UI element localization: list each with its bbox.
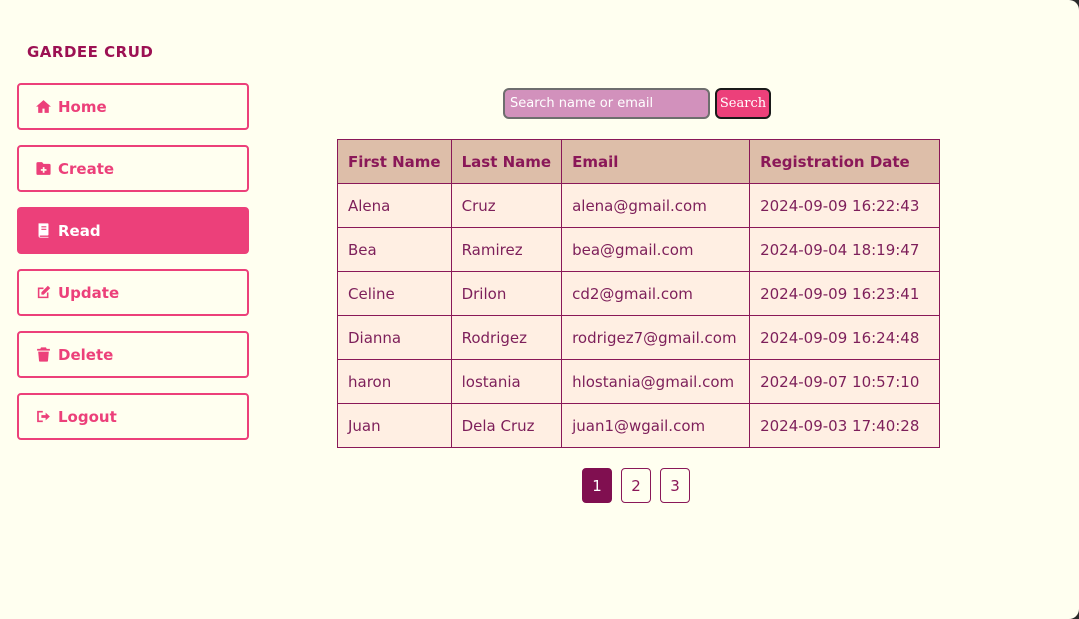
sidebar-item-read[interactable]: Read bbox=[17, 207, 249, 254]
cell-last-name: lostania bbox=[450, 359, 563, 404]
pagination: 1 2 3 bbox=[582, 468, 699, 503]
column-header-registration-date: Registration Date bbox=[749, 139, 941, 184]
home-icon bbox=[34, 98, 52, 116]
edit-icon bbox=[34, 284, 52, 302]
cell-first-name: Dianna bbox=[337, 315, 452, 360]
column-header-last-name: Last Name bbox=[450, 139, 563, 184]
trash-icon bbox=[34, 346, 52, 364]
table-header-row: First Name Last Name Email Registration … bbox=[337, 139, 941, 184]
cell-first-name: Alena bbox=[337, 183, 452, 228]
app-title: GARDEE CRUD bbox=[27, 43, 154, 61]
table-row: haron lostania hlostania@gmail.com 2024-… bbox=[337, 359, 941, 404]
sidebar-item-label: Logout bbox=[58, 407, 117, 426]
table-row: Dianna Rodrigez rodrigez7@gmail.com 2024… bbox=[337, 315, 941, 360]
cell-last-name: Dela Cruz bbox=[450, 403, 563, 448]
cell-last-name: Rodrigez bbox=[450, 315, 563, 360]
sidebar-item-label: Home bbox=[58, 97, 107, 116]
cell-last-name: Cruz bbox=[450, 183, 563, 228]
cell-email: juan1@wgail.com bbox=[561, 403, 751, 448]
cell-first-name: Juan bbox=[337, 403, 452, 448]
table-row: Bea Ramirez bea@gmail.com 2024-09-04 18:… bbox=[337, 227, 941, 272]
sidebar-item-update[interactable]: Update bbox=[17, 269, 249, 316]
cell-last-name: Drilon bbox=[450, 271, 563, 316]
column-header-first-name: First Name bbox=[337, 139, 452, 184]
sidebar-item-label: Update bbox=[58, 283, 120, 302]
search-input[interactable] bbox=[503, 88, 710, 119]
cell-registration-date: 2024-09-09 16:23:41 bbox=[749, 271, 941, 316]
cell-email: alena@gmail.com bbox=[561, 183, 751, 228]
cell-email: hlostania@gmail.com bbox=[561, 359, 751, 404]
sidebar-item-label: Read bbox=[58, 221, 101, 240]
logout-icon bbox=[34, 408, 52, 426]
cell-registration-date: 2024-09-09 16:22:43 bbox=[749, 183, 941, 228]
sidebar-item-delete[interactable]: Delete bbox=[17, 331, 249, 378]
sidebar-item-label: Delete bbox=[58, 345, 114, 364]
sidebar-item-create[interactable]: Create bbox=[17, 145, 249, 192]
book-icon bbox=[34, 222, 52, 240]
table-row: Alena Cruz alena@gmail.com 2024-09-09 16… bbox=[337, 183, 941, 228]
cell-registration-date: 2024-09-04 18:19:47 bbox=[749, 227, 941, 272]
folder-plus-icon bbox=[34, 160, 52, 178]
cell-last-name: Ramirez bbox=[450, 227, 563, 272]
page-button-3[interactable]: 3 bbox=[660, 468, 690, 503]
search-button[interactable]: Search bbox=[715, 88, 771, 119]
cell-registration-date: 2024-09-07 10:57:10 bbox=[749, 359, 941, 404]
cell-registration-date: 2024-09-09 16:24:48 bbox=[749, 315, 941, 360]
sidebar-nav: Home Create Read Update Delete Logout bbox=[17, 83, 249, 455]
users-table: First Name Last Name Email Registration … bbox=[337, 139, 941, 448]
column-header-email: Email bbox=[561, 139, 751, 184]
table-row: Celine Drilon cd2@gmail.com 2024-09-09 1… bbox=[337, 271, 941, 316]
cell-email: bea@gmail.com bbox=[561, 227, 751, 272]
sidebar-item-label: Create bbox=[58, 159, 115, 178]
page-button-2[interactable]: 2 bbox=[621, 468, 651, 503]
cell-first-name: Bea bbox=[337, 227, 452, 272]
app-window: GARDEE CRUD Home Create Read Update Dele… bbox=[0, 0, 1079, 619]
cell-first-name: Celine bbox=[337, 271, 452, 316]
sidebar-item-logout[interactable]: Logout bbox=[17, 393, 249, 440]
cell-email: rodrigez7@gmail.com bbox=[561, 315, 751, 360]
sidebar-item-home[interactable]: Home bbox=[17, 83, 249, 130]
cell-email: cd2@gmail.com bbox=[561, 271, 751, 316]
cell-registration-date: 2024-09-03 17:40:28 bbox=[749, 403, 941, 448]
table-row: Juan Dela Cruz juan1@wgail.com 2024-09-0… bbox=[337, 403, 941, 448]
page-button-1[interactable]: 1 bbox=[582, 468, 612, 503]
search-bar: Search bbox=[503, 88, 771, 119]
cell-first-name: haron bbox=[337, 359, 452, 404]
